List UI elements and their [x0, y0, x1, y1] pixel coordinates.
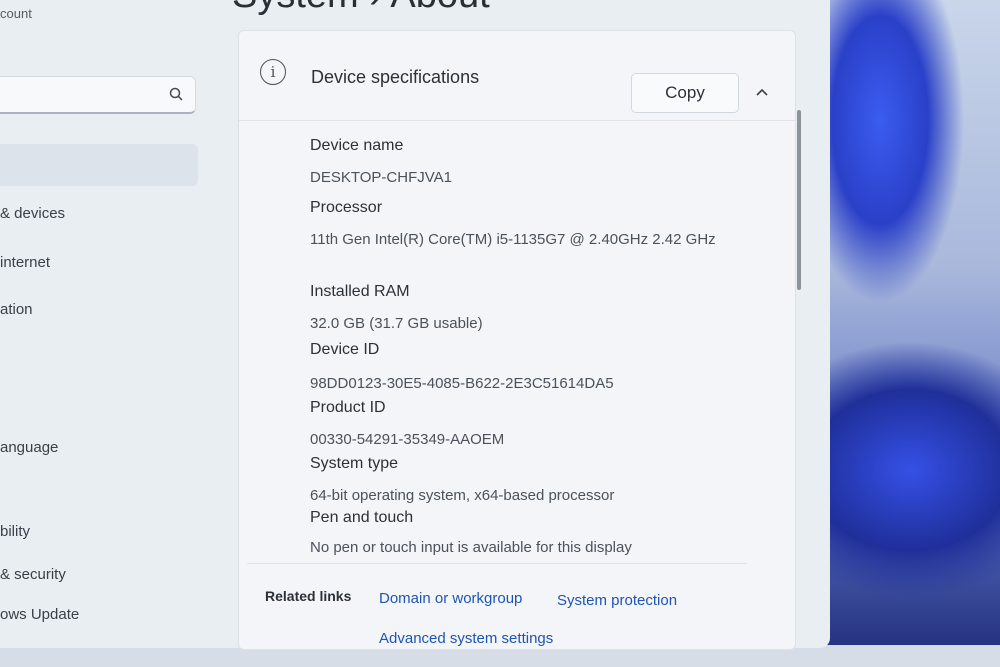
spec-label: Pen and touch — [310, 509, 414, 526]
spec-label: Processor — [310, 199, 383, 216]
sidebar-item-system[interactable] — [0, 144, 198, 186]
spec-value: DESKTOP-CHFJVA1 — [310, 169, 452, 186]
card-title: Device specifications — [311, 67, 480, 87]
advanced-system-settings-link[interactable]: Advanced system settings — [379, 630, 553, 647]
spec-value: 32.0 GB (31.7 GB usable) — [310, 315, 483, 332]
spec-label: Product ID — [310, 399, 386, 416]
settings-window: System › About count & devices internet … — [0, 0, 830, 650]
related-links-title: Related links — [265, 588, 352, 604]
spec-label: System type — [310, 455, 399, 472]
spec-label: Installed RAM — [310, 283, 410, 300]
sidebar-item-windows-update[interactable]: ows Update — [0, 606, 79, 623]
sidebar-item-network[interactable]: internet — [0, 254, 50, 271]
spec-value: 00330-54291-35349-AAOEM — [310, 431, 505, 448]
card-header[interactable]: i Device specifications Copy — [239, 31, 795, 121]
search-icon — [169, 87, 183, 101]
related-links: Related links Domain or workgroup System… — [247, 563, 747, 651]
spec-label: Device name — [310, 137, 404, 154]
info-icon: i — [260, 59, 286, 85]
sidebar-item-accessibility[interactable]: bility — [0, 523, 30, 540]
spec-value: No pen or touch input is available for t… — [310, 539, 632, 556]
chevron-up-icon[interactable] — [755, 87, 769, 97]
scrollbar[interactable] — [797, 110, 801, 290]
sidebar-item-security[interactable]: & security — [0, 566, 66, 583]
spec-value: 11th Gen Intel(R) Core(TM) i5-1135G7 @ 2… — [310, 231, 716, 248]
spec-label: Device ID — [310, 341, 380, 358]
copy-button[interactable]: Copy — [631, 73, 739, 113]
spec-value: 64-bit operating system, x64-based proce… — [310, 487, 615, 504]
device-specifications-card: i Device specifications Copy Device name… — [238, 30, 796, 650]
system-protection-link[interactable]: System protection — [557, 592, 677, 609]
domain-or-workgroup-link[interactable]: Domain or workgroup — [379, 590, 522, 607]
account-label: count — [0, 6, 32, 21]
spec-value: 98DD0123-30E5-4085-B622-2E3C51614DA5 — [310, 375, 614, 392]
page-title: System › About — [232, 0, 490, 17]
search-input[interactable] — [0, 76, 196, 114]
sidebar-item-language[interactable]: anguage — [0, 439, 58, 456]
sidebar-item-personalization[interactable]: ation — [0, 301, 33, 318]
sidebar-item-devices[interactable]: & devices — [0, 205, 65, 222]
